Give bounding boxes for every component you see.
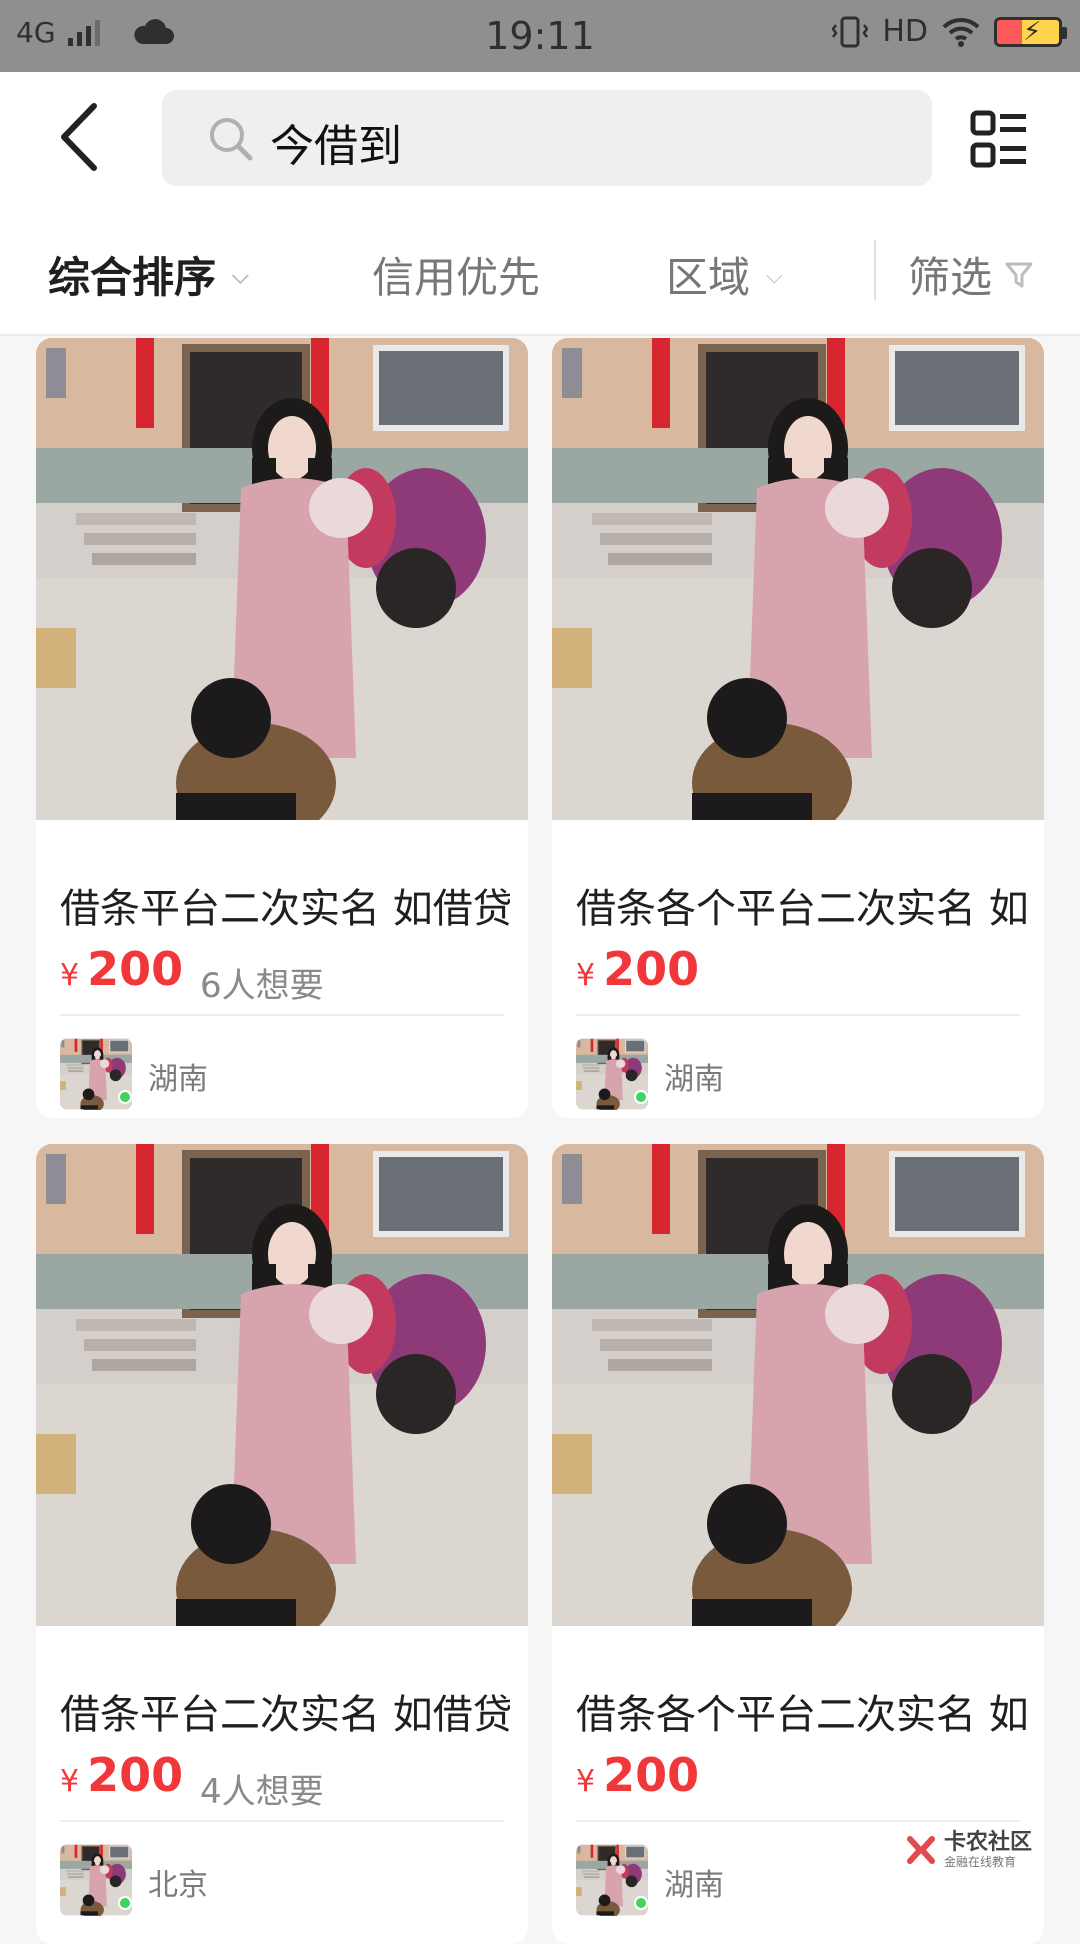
seller-location: 北京 [148,1868,208,1903]
currency-symbol: ¥ [60,1764,80,1799]
search-bar[interactable]: 今借到 [162,90,932,186]
currency-symbol: ¥ [60,958,80,993]
listing-card[interactable]: 借条平台二次实名 如借贷 ¥ 200 4人想要 北京 [36,1144,528,1944]
price-amount: 200 [87,1748,184,1802]
listing-price: ¥ 200 [576,1748,699,1802]
watermark: 卡农社区 金融在线教育 [904,1832,1032,1868]
seller-location: 湖南 [664,1868,724,1903]
online-indicator [118,1896,132,1910]
chevron-down-icon: ⌵ [766,264,783,289]
tab-label: 综合排序 [48,253,217,302]
listing-title: 借条平台二次实名 如借贷 [60,1692,510,1738]
listing-card[interactable]: 借条平台二次实名 如借贷 ¥ 200 6人想要 湖南 [36,338,528,1118]
price-amount: 200 [603,942,700,996]
watermark-name: 卡农社区 [944,1830,1033,1855]
listing-photo [36,338,528,820]
filter-bar: 综合排序 ⌵ 信用优先 区域 ⌵ 筛选 [0,204,1080,336]
tab-label: 信用优先 [372,253,541,302]
tab-credit-first[interactable]: 信用优先 [372,244,540,305]
listing-title: 借条各个平台二次实名 如 [576,886,1026,932]
listing-card[interactable]: 借条各个平台二次实名 如 ¥ 200 湖南 [552,338,1044,1118]
divider [576,1820,1020,1822]
want-count: 4人想要 [200,1772,324,1812]
want-count: 6人想要 [200,966,324,1006]
listing-price: ¥ 200 [60,1748,183,1802]
price-amount: 200 [603,1748,700,1802]
list-view-icon[interactable] [970,110,1028,168]
listing-title: 借条平台二次实名 如借贷 [60,886,510,932]
back-arrow-icon[interactable] [50,100,110,174]
listing-title: 借条各个平台二次实名 如 [576,1692,1026,1738]
seller-location: 湖南 [664,1062,724,1097]
watermark-tagline: 金融在线教育 [944,1855,1017,1869]
divider [60,1820,504,1822]
status-bar: 4G 19:11 HD ⚡ [0,0,1080,72]
listing-price: ¥ 200 [576,942,699,996]
tab-label: 筛选 [908,253,993,302]
seller-location: 湖南 [148,1062,208,1097]
divider [60,1014,504,1016]
vibrate-icon [832,16,869,47]
listing-price: ¥ 200 [60,942,183,996]
tab-filter[interactable]: 筛选 [908,244,1034,305]
chevron-down-icon: ⌵ [232,264,249,289]
listing-photo [552,338,1044,820]
search-input[interactable]: 今借到 [270,110,402,174]
online-indicator [634,1090,648,1104]
watermark-logo-icon [907,1836,935,1864]
tab-sort-comprehensive[interactable]: 综合排序 ⌵ [48,244,249,305]
top-bar: 今借到 [0,72,1080,204]
currency-symbol: ¥ [576,1764,596,1799]
funnel-icon [1005,262,1033,287]
tab-label: 区域 [666,253,751,302]
online-indicator [118,1090,132,1104]
price-amount: 200 [87,942,184,996]
divider [874,240,876,300]
wifi-icon [942,17,980,47]
status-right: HD ⚡ [832,14,1067,49]
watermark-text: 卡农社区 金融在线教育 [944,1830,1033,1869]
listing-photo [552,1144,1044,1626]
hd-label: HD [882,14,928,49]
divider [576,1014,1020,1016]
online-indicator [634,1896,648,1910]
listing-photo [36,1144,528,1626]
search-icon [210,118,253,161]
listing-card[interactable]: 借条各个平台二次实名 如 ¥ 200 湖南 [552,1144,1044,1944]
tab-region[interactable]: 区域 ⌵ [666,244,783,305]
battery-icon: ⚡ [994,16,1067,47]
currency-symbol: ¥ [576,958,596,993]
